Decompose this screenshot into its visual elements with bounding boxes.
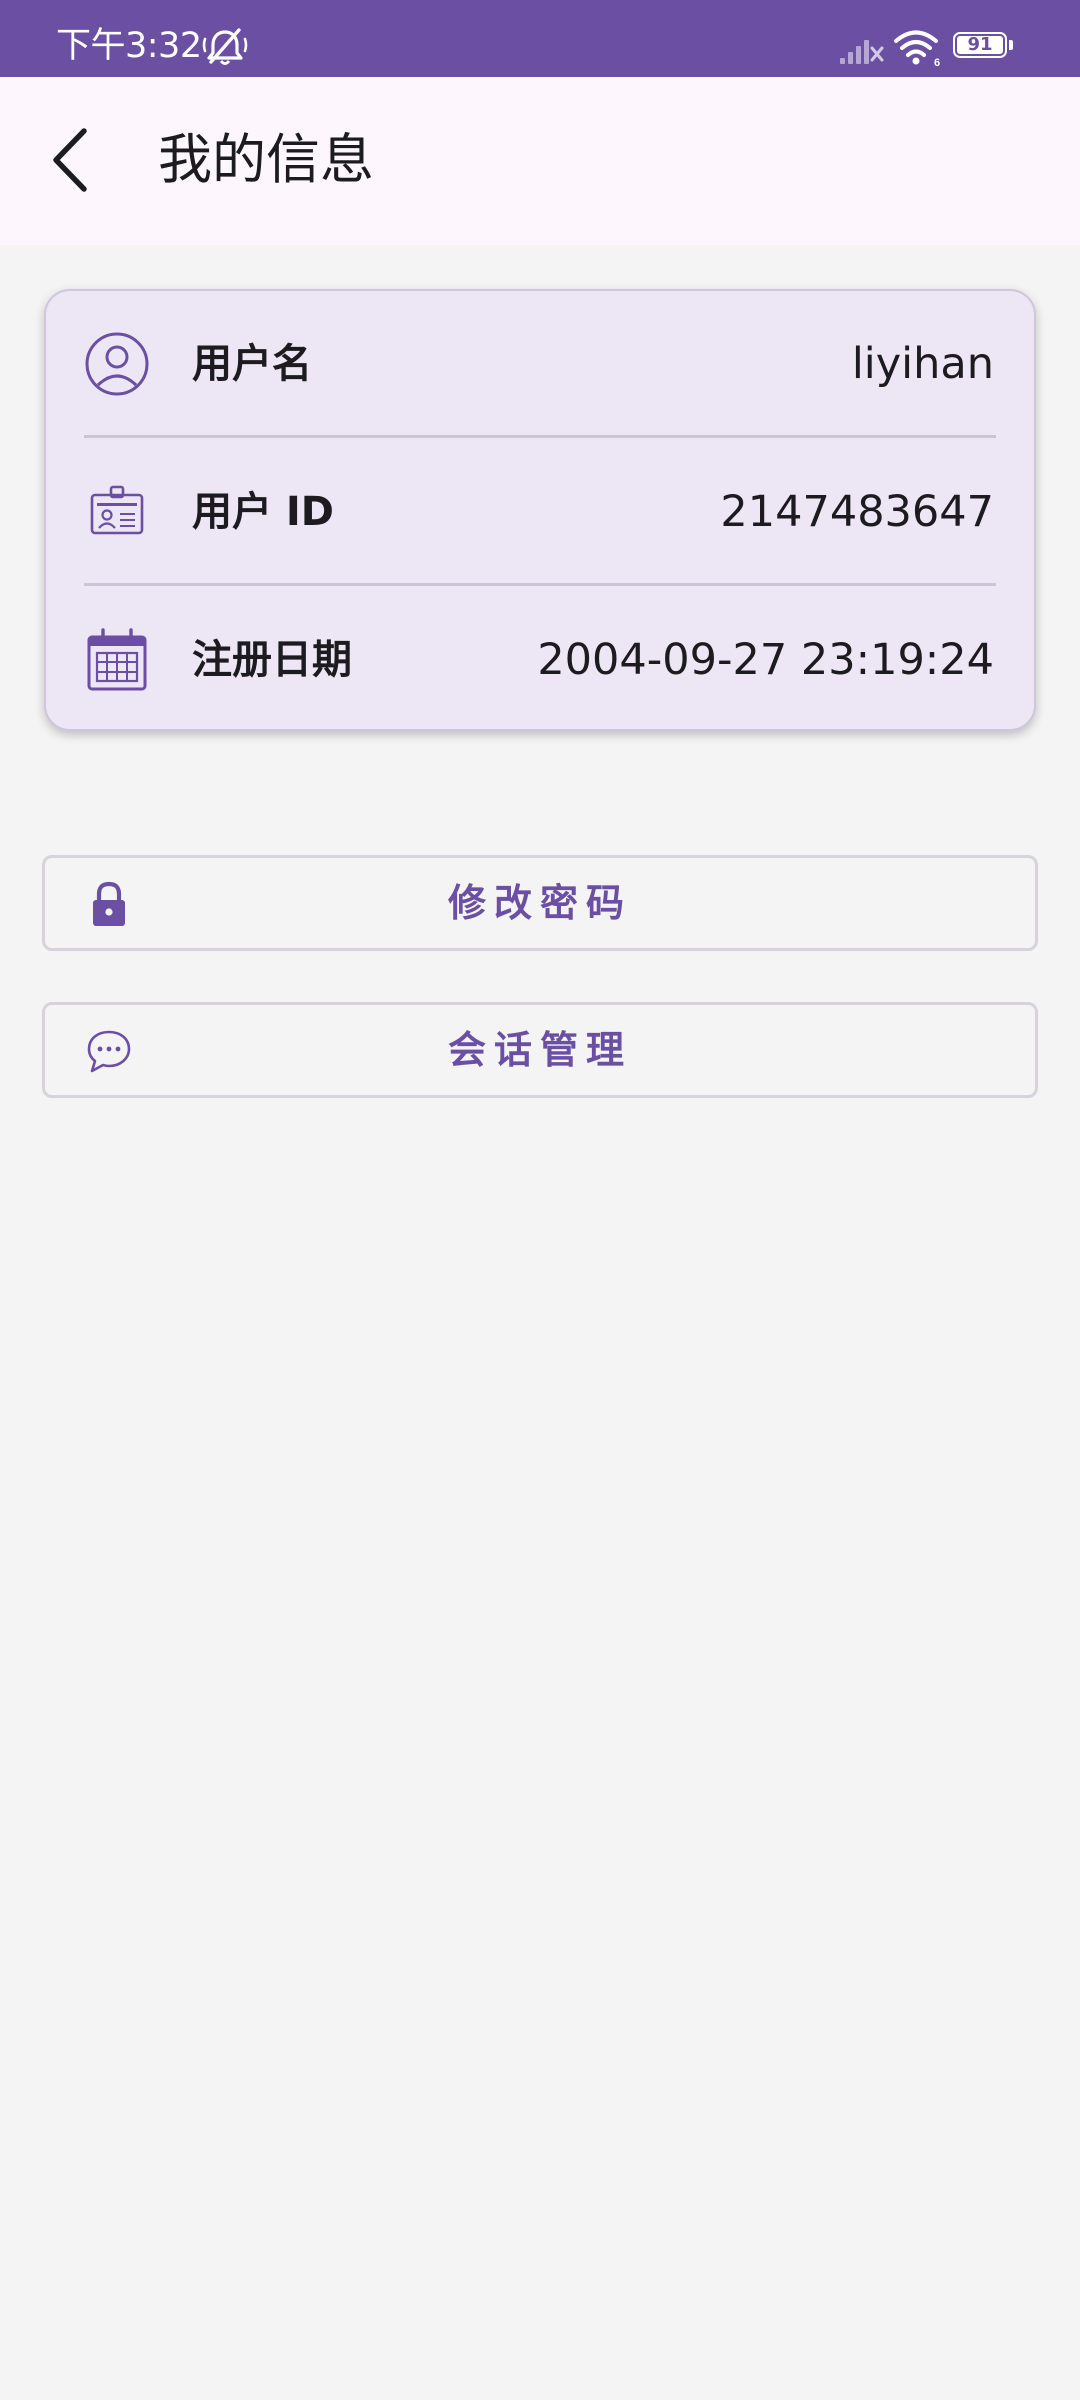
chevron-left-icon bbox=[53, 128, 87, 192]
info-row-user-id: 用户 ID 2147483647 bbox=[46, 439, 1034, 585]
wifi-icon: 6 bbox=[894, 30, 940, 68]
row-label: 用户 ID bbox=[192, 489, 335, 535]
app-bar: 我的信息 bbox=[0, 77, 1080, 245]
back-button[interactable] bbox=[30, 115, 120, 205]
calendar-icon bbox=[87, 628, 147, 691]
page-title: 我的信息 bbox=[158, 128, 374, 191]
status-time: 下午3:32 bbox=[56, 26, 202, 66]
divider bbox=[84, 583, 996, 586]
user-circle-icon bbox=[85, 332, 149, 396]
info-row-register-date: 注册日期 2004-09-27 23:19:24 bbox=[46, 587, 1034, 733]
divider bbox=[84, 435, 996, 438]
info-row-username: 用户名 liyihan bbox=[46, 291, 1034, 437]
change-password-button[interactable]: 修改密码 bbox=[42, 855, 1038, 951]
bell-muted-icon bbox=[202, 28, 248, 65]
row-label: 注册日期 bbox=[192, 637, 352, 683]
battery-level: 91 bbox=[967, 34, 993, 55]
username-value: liyihan bbox=[851, 339, 994, 389]
id-badge-icon bbox=[90, 485, 144, 535]
user-id-value: 2147483647 bbox=[720, 487, 994, 537]
change-password-label: 修改密码 bbox=[447, 881, 632, 925]
status-bar: 下午3:32 6 91 bbox=[0, 0, 1080, 77]
register-date-value: 2004-09-27 23:19:24 bbox=[537, 635, 994, 685]
row-label: 用户名 bbox=[192, 341, 312, 387]
session-management-label: 会话管理 bbox=[447, 1028, 632, 1072]
user-info-card: 用户名 liyihan 用户 ID 2147483647 注册日期 2004-0… bbox=[44, 289, 1036, 731]
battery-icon: 91 bbox=[953, 32, 1015, 62]
session-management-button[interactable]: 会话管理 bbox=[42, 1002, 1038, 1098]
signal-icon bbox=[840, 40, 884, 64]
svg-text:6: 6 bbox=[934, 57, 940, 68]
